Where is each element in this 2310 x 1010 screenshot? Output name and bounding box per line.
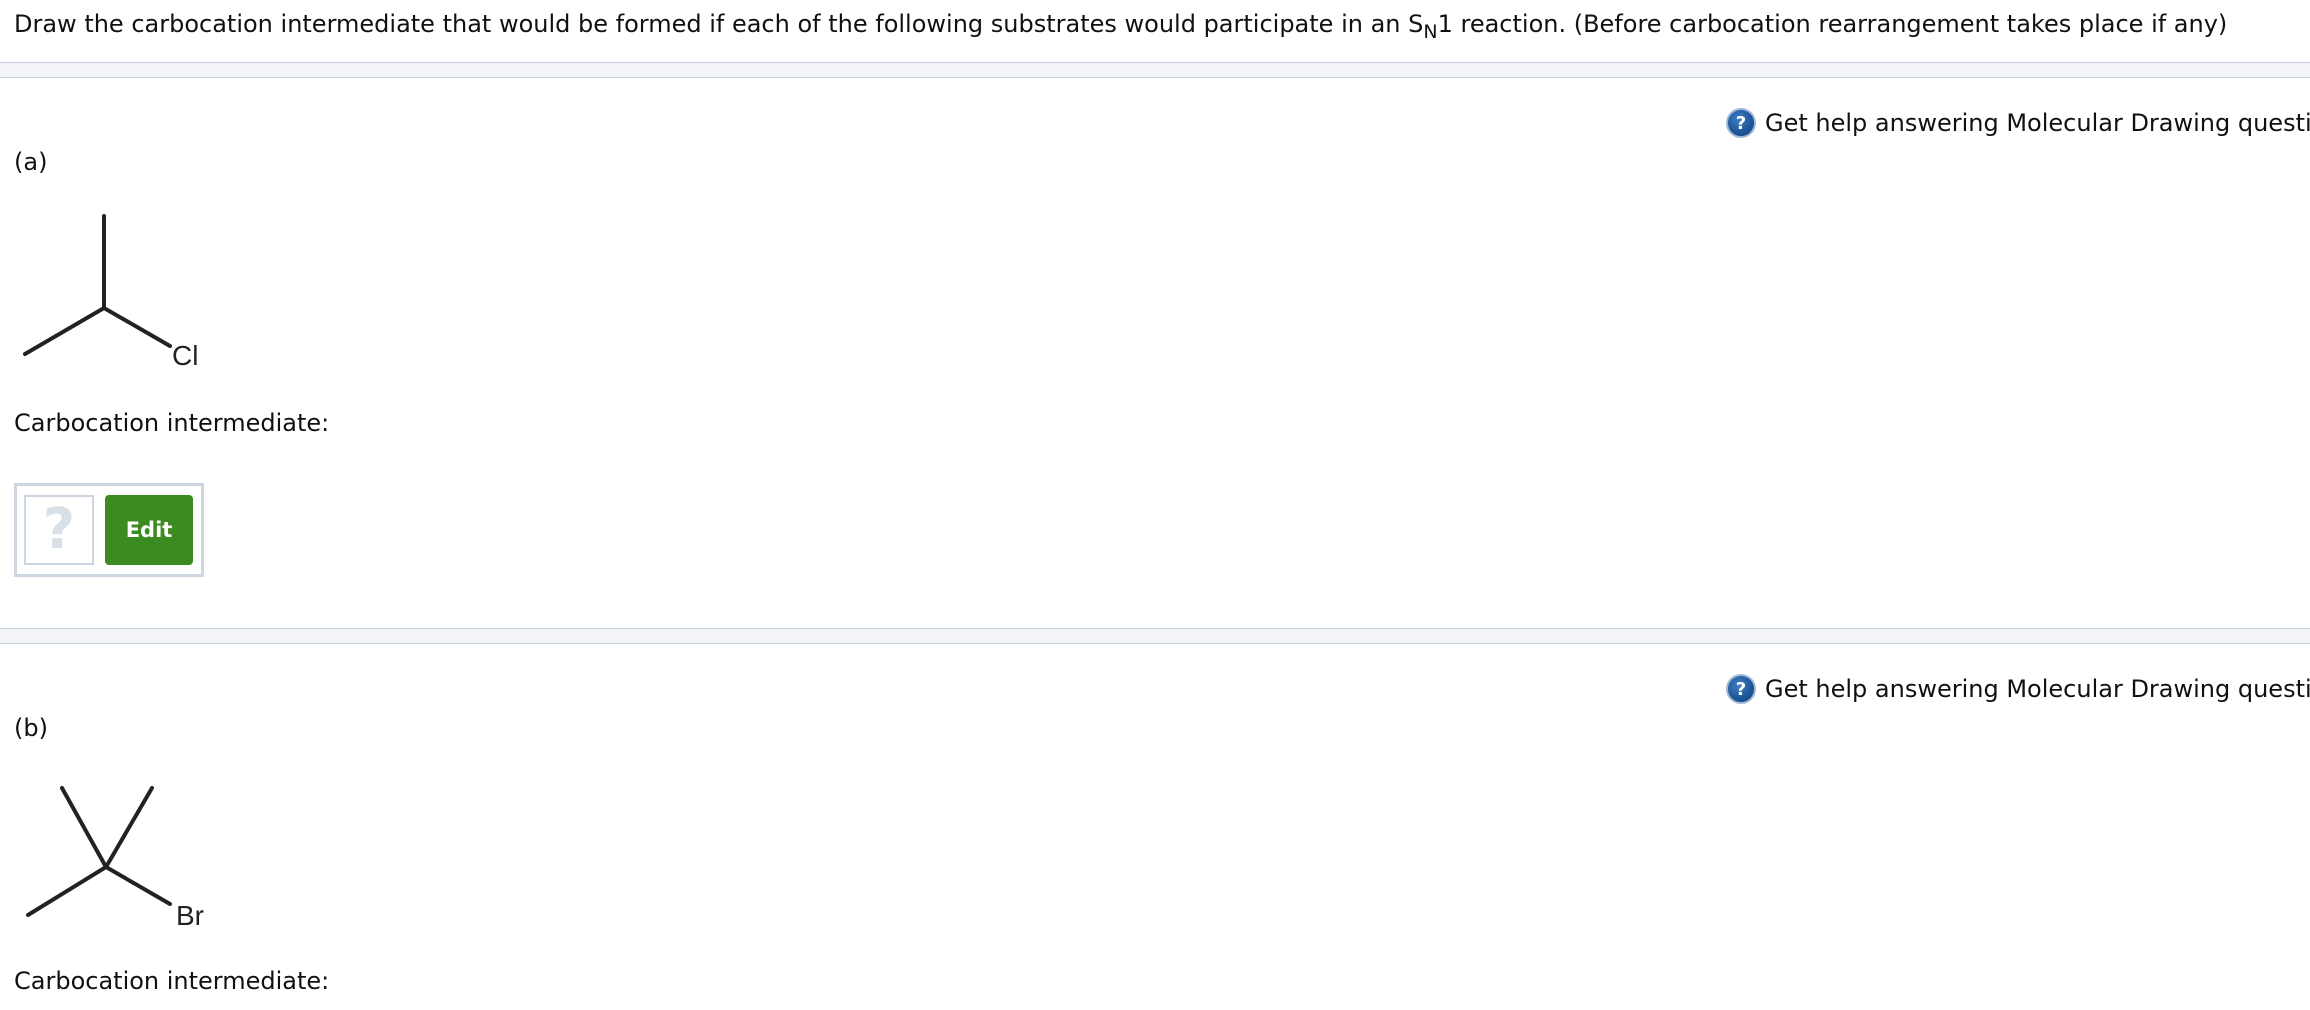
section-divider-b bbox=[0, 628, 2310, 644]
help-icon: ? bbox=[1726, 674, 1756, 704]
bond bbox=[23, 306, 106, 356]
bromine-atom-label: Br bbox=[176, 900, 204, 931]
bond bbox=[104, 865, 172, 906]
empty-drawing-icon: ? bbox=[42, 497, 76, 562]
question-prompt: Draw the carbocation intermediate that w… bbox=[14, 8, 2228, 43]
edit-button[interactable]: Edit bbox=[105, 495, 193, 565]
help-link-label: Get help answering Molecular Drawing que… bbox=[1765, 675, 2310, 703]
molecule-drawing-widget: ? Edit bbox=[14, 483, 204, 577]
chlorine-atom-label: Cl bbox=[172, 340, 198, 371]
bond bbox=[60, 786, 108, 869]
substrate-a-structure: Cl bbox=[0, 200, 240, 380]
question-page: Draw the carbocation intermediate that w… bbox=[0, 0, 2310, 1010]
help-link-a[interactable]: ? Get help answering Molecular Drawing q… bbox=[1726, 106, 2310, 140]
bond bbox=[104, 786, 154, 869]
help-link-b[interactable]: ? Get help answering Molecular Drawing q… bbox=[1726, 672, 2310, 706]
substrate-b-structure: Br bbox=[0, 770, 240, 950]
bond bbox=[26, 865, 108, 917]
drawing-preview[interactable]: ? bbox=[24, 495, 94, 565]
answer-label-b: Carbocation intermediate: bbox=[14, 967, 330, 995]
question-subscript: N bbox=[1423, 21, 1438, 43]
part-label-b: (b) bbox=[14, 714, 48, 742]
question-prefix: Draw the carbocation intermediate that w… bbox=[14, 10, 1424, 38]
help-link-label: Get help answering Molecular Drawing que… bbox=[1765, 109, 2310, 137]
answer-label-a: Carbocation intermediate: bbox=[14, 409, 330, 437]
help-icon: ? bbox=[1726, 108, 1756, 138]
bond bbox=[102, 306, 172, 348]
question-suffix: 1 reaction. (Before carbocation rearrang… bbox=[1437, 10, 2228, 38]
section-divider-a bbox=[0, 62, 2310, 78]
part-label-a: (a) bbox=[14, 148, 48, 176]
